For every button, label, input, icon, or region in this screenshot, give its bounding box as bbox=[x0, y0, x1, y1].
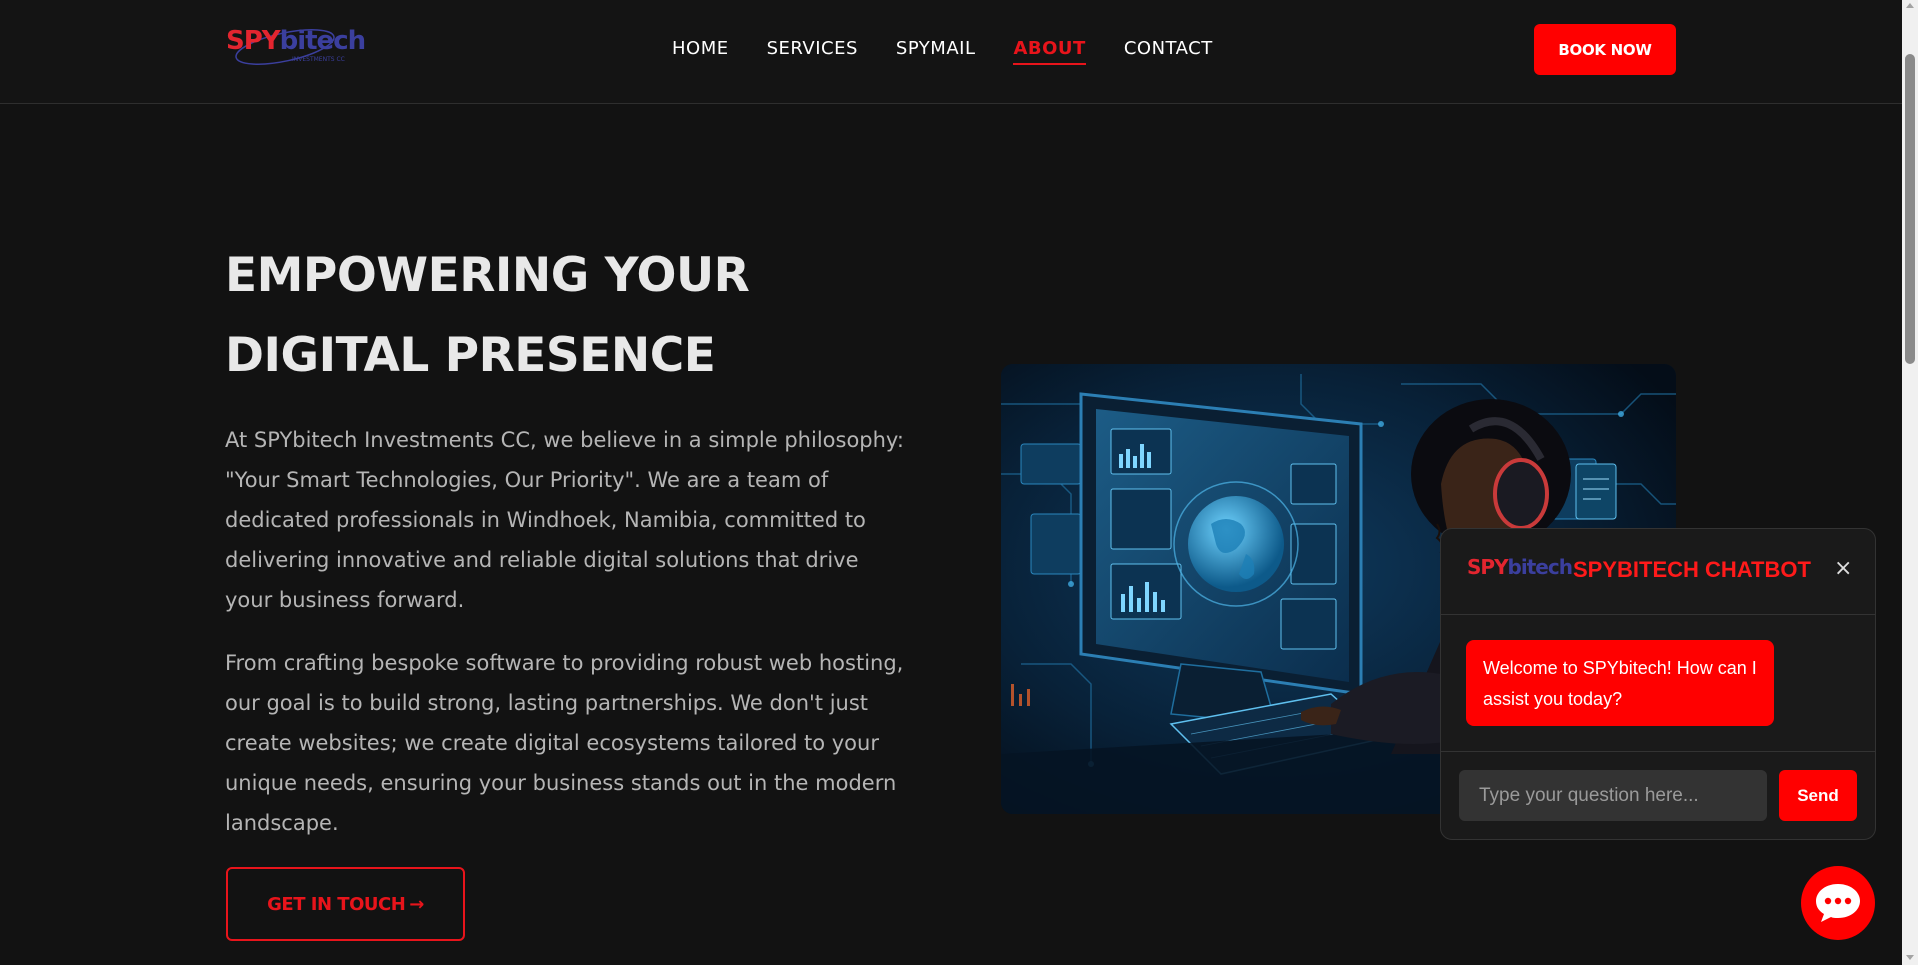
nav-services[interactable]: SERVICES bbox=[767, 38, 858, 65]
chatbot-send-button[interactable]: Send bbox=[1779, 770, 1857, 821]
scroll-down-arrow-icon[interactable] bbox=[1906, 955, 1914, 960]
book-now-button[interactable]: BOOK NOW bbox=[1534, 24, 1676, 75]
spybitech-logo[interactable]: SPYbitech INVESTMENTS CC bbox=[226, 18, 366, 70]
chat-bubble-icon bbox=[1816, 884, 1860, 922]
page-scrollbar[interactable] bbox=[1902, 0, 1918, 965]
get-in-touch-button[interactable]: GET IN TOUCH → bbox=[226, 867, 465, 941]
scroll-up-arrow-icon[interactable] bbox=[1906, 3, 1914, 8]
arrow-right-icon: → bbox=[409, 893, 424, 915]
chatbot-logo: SPYbitech bbox=[1467, 555, 1573, 579]
chatbot-input-bar: Send bbox=[1441, 751, 1875, 839]
chatbot-header: SPYbitech SPYBITECH CHATBOT × bbox=[1441, 529, 1875, 615]
chatbot-question-input[interactable] bbox=[1459, 770, 1767, 821]
nav-home[interactable]: HOME bbox=[672, 38, 729, 65]
logo-subtitle: INVESTMENTS CC bbox=[292, 56, 345, 63]
get-in-touch-label: GET IN TOUCH bbox=[267, 893, 406, 915]
site-header: SPYbitech INVESTMENTS CC HOME SERVICES S… bbox=[0, 0, 1902, 104]
scroll-thumb[interactable] bbox=[1905, 54, 1915, 364]
nav-contact[interactable]: CONTACT bbox=[1124, 38, 1213, 65]
hero-paragraph-2: From crafting bespoke software to provid… bbox=[225, 651, 904, 835]
nav-spymail[interactable]: SPYMAIL bbox=[896, 38, 976, 65]
logo-wordmark: SPYbitech bbox=[226, 26, 366, 56]
chatbot-title: SPYBITECH CHATBOT bbox=[1573, 557, 1811, 582]
chat-toggle-button[interactable] bbox=[1801, 866, 1875, 940]
hero-title-line2: DIGITAL PRESENCE bbox=[225, 328, 716, 383]
hero-title-line1: EMPOWERING YOUR bbox=[225, 248, 750, 303]
hero-paragraph-1: At SPYbitech Investments CC, we believe … bbox=[225, 428, 904, 612]
nav-about[interactable]: ABOUT bbox=[1013, 38, 1086, 65]
chatbot-window: SPYbitech SPYBITECH CHATBOT × Welcome to… bbox=[1440, 528, 1876, 840]
close-icon[interactable]: × bbox=[1834, 556, 1852, 581]
hero-title: EMPOWERING YOUR DIGITAL PRESENCE bbox=[225, 236, 925, 396]
chatbot-welcome-message: Welcome to SPYbitech! How can I assist y… bbox=[1466, 640, 1774, 726]
main-nav: HOME SERVICES SPYMAIL ABOUT CONTACT bbox=[672, 38, 1213, 65]
